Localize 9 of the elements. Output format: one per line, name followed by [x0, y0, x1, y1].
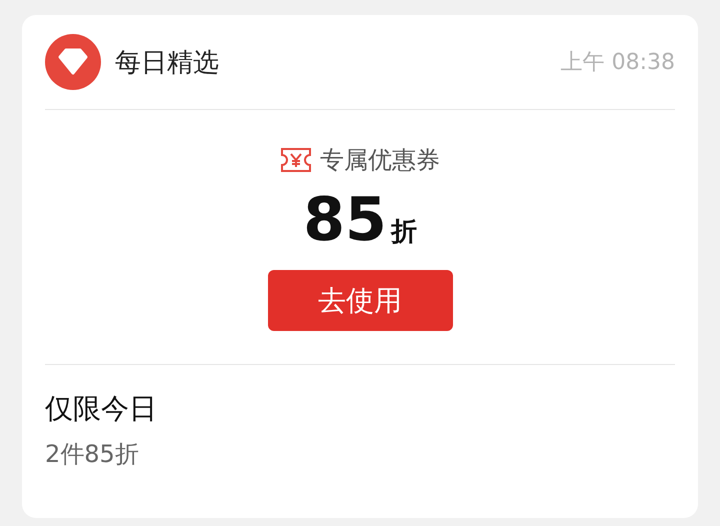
coupon-icon: [280, 147, 312, 173]
offer-title: 仅限今日: [45, 391, 158, 427]
discount-unit: 折: [390, 216, 417, 249]
discount-value: 85: [303, 190, 387, 250]
offer-detail: 2件85折: [45, 439, 140, 470]
coupon-label: 专属优惠券: [320, 145, 440, 176]
message-time: 上午 08:38: [560, 49, 675, 77]
use-button[interactable]: 去使用: [268, 270, 452, 331]
sender-name: 每日精选: [115, 46, 219, 80]
